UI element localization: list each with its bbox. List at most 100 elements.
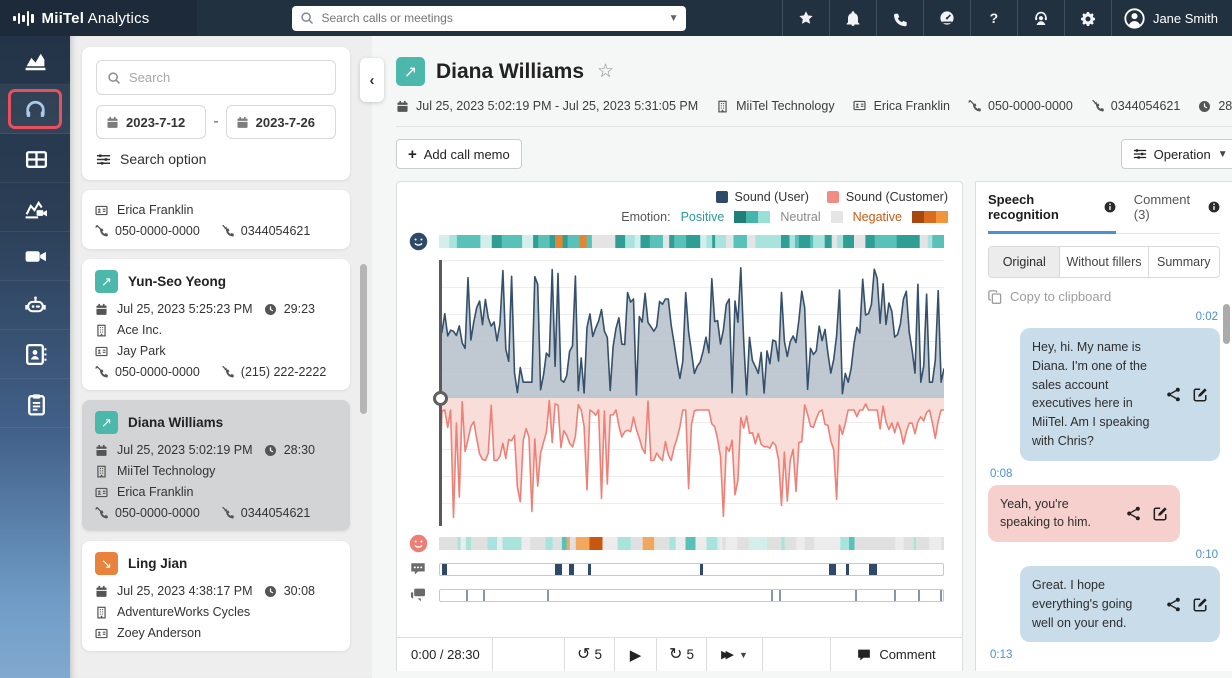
search-icon bbox=[107, 71, 121, 85]
comment-marker[interactable] bbox=[918, 590, 920, 601]
comment-marker[interactable] bbox=[466, 590, 468, 601]
transcript-bubble[interactable]: Yeah, you're speaking to him. bbox=[988, 485, 1180, 543]
tab-summary[interactable]: Summary bbox=[1148, 247, 1219, 277]
global-search[interactable]: ▼ bbox=[292, 6, 686, 31]
calendar-icon bbox=[95, 444, 108, 457]
comment-marker[interactable] bbox=[779, 590, 781, 601]
user-menu[interactable]: Jane Smith bbox=[1111, 0, 1232, 36]
star-icon bbox=[798, 10, 814, 26]
waveform-chart[interactable] bbox=[439, 260, 944, 526]
forward-5-button[interactable]: ↻5 bbox=[657, 638, 707, 671]
share-icon[interactable] bbox=[1166, 597, 1181, 612]
call-card[interactable]: ↗Diana WilliamsJul 25, 2023 5:02:19 PM28… bbox=[82, 400, 350, 531]
speech-markers-bar[interactable] bbox=[439, 563, 944, 576]
user-emotion-icon bbox=[409, 232, 428, 251]
comment-marker[interactable] bbox=[771, 590, 773, 601]
speech-marker[interactable] bbox=[700, 564, 703, 575]
list-scrollbar[interactable] bbox=[360, 264, 367, 414]
call-card[interactable]: ↗Yun-Seo YeongJul 25, 2023 5:25:23 PM29:… bbox=[82, 259, 350, 390]
comment-marker[interactable] bbox=[894, 590, 896, 601]
collapse-panel-button[interactable]: ‹ bbox=[360, 58, 384, 102]
tab-speech-recognition[interactable]: Speech recognition bbox=[988, 192, 1116, 234]
building-icon bbox=[716, 100, 729, 113]
video-camera-icon bbox=[23, 244, 47, 268]
speech-marker[interactable] bbox=[846, 564, 849, 575]
favorites-button[interactable] bbox=[782, 0, 829, 36]
edit-icon[interactable] bbox=[1153, 506, 1168, 521]
comment-markers-bar[interactable] bbox=[439, 589, 944, 602]
sidebar-item-calls[interactable] bbox=[0, 85, 70, 134]
share-icon[interactable] bbox=[1166, 387, 1181, 402]
customer-emotion-strip[interactable] bbox=[439, 537, 944, 550]
rewind-5-button[interactable]: ↺5 bbox=[565, 638, 615, 671]
favorite-star-icon[interactable]: ☆ bbox=[597, 60, 614, 83]
share-icon[interactable] bbox=[1126, 506, 1141, 521]
info-icon[interactable] bbox=[1208, 201, 1220, 213]
chevron-down-icon[interactable]: ▼ bbox=[669, 13, 679, 24]
sidebar-item-tasks[interactable] bbox=[0, 379, 70, 428]
comment-marker[interactable] bbox=[855, 590, 857, 601]
comment-marker[interactable] bbox=[547, 590, 549, 601]
playback-speed-button[interactable]: ▶▶▼ bbox=[707, 638, 763, 671]
transcript-panel: Speech recognition Comment (3) Original … bbox=[975, 181, 1232, 671]
edit-icon[interactable] bbox=[1193, 387, 1208, 402]
global-search-input[interactable] bbox=[321, 11, 661, 25]
transcript-bubble[interactable]: Great. I hope everything's going well on… bbox=[1020, 566, 1220, 642]
comment-button[interactable]: Comment bbox=[830, 638, 962, 671]
message-text: Yeah, you're speaking to him. bbox=[1000, 495, 1116, 533]
settings-button[interactable] bbox=[1064, 0, 1111, 36]
copy-to-clipboard-button[interactable]: Copy to clipboard bbox=[988, 289, 1220, 304]
user-emotion-strip[interactable] bbox=[439, 235, 944, 248]
list-search-input[interactable] bbox=[129, 70, 325, 85]
date-to-field[interactable]: 2023-7-26 bbox=[226, 105, 336, 139]
list-search-field[interactable] bbox=[96, 60, 336, 95]
playback-controls: 0:00 / 28:30 ↺5 ▶ ↻5 ▶▶▼ Comment bbox=[397, 637, 962, 671]
dialer-button[interactable] bbox=[876, 0, 923, 36]
comment-marker[interactable] bbox=[940, 590, 942, 601]
transcript-bubble[interactable]: Hey, hi. My name is Diana. I'm one of th… bbox=[1020, 328, 1220, 461]
speech-marker[interactable] bbox=[555, 564, 562, 575]
bell-icon bbox=[845, 11, 860, 26]
speech-marker[interactable] bbox=[869, 564, 877, 575]
sidebar-item-video-report[interactable] bbox=[0, 183, 70, 232]
sidebar-rail bbox=[0, 36, 70, 678]
contact-card-icon bbox=[95, 627, 108, 640]
sidebar-item-video-meetings[interactable] bbox=[0, 232, 70, 281]
tab-original[interactable]: Original bbox=[989, 247, 1059, 277]
message-text: Hey, hi. My name is Diana. I'm one of th… bbox=[1032, 338, 1156, 451]
sidebar-item-analytics[interactable] bbox=[0, 36, 70, 85]
speech-marker[interactable] bbox=[829, 564, 836, 575]
outgoing-call-icon bbox=[95, 507, 108, 520]
support-agent-icon bbox=[1033, 10, 1049, 26]
tab-without-fillers[interactable]: Without fillers bbox=[1059, 247, 1147, 277]
search-icon bbox=[300, 11, 314, 25]
gauge-icon bbox=[939, 10, 955, 26]
sidebar-item-table[interactable] bbox=[0, 134, 70, 183]
contact-card-icon bbox=[95, 486, 108, 499]
support-button[interactable] bbox=[1017, 0, 1064, 36]
speech-marker[interactable] bbox=[588, 564, 591, 575]
call-card[interactable]: Erica Franklin050-0000-00000344054621 bbox=[82, 190, 350, 249]
edit-icon[interactable] bbox=[1193, 597, 1208, 612]
call-card[interactable]: ↘Ling JianJul 25, 2023 4:38:17 PM30:08Ad… bbox=[82, 541, 350, 651]
speech-marker[interactable] bbox=[569, 564, 574, 575]
dashboard-button[interactable] bbox=[923, 0, 970, 36]
speech-marker[interactable] bbox=[442, 564, 447, 575]
help-button[interactable]: ? bbox=[970, 0, 1017, 36]
date-from-field[interactable]: 2023-7-12 bbox=[96, 105, 206, 139]
comment-marker[interactable] bbox=[483, 590, 485, 601]
search-option-button[interactable]: Search option bbox=[96, 151, 336, 167]
info-icon[interactable] bbox=[1104, 201, 1116, 213]
tab-comment[interactable]: Comment (3) bbox=[1134, 192, 1220, 231]
notifications-button[interactable] bbox=[829, 0, 876, 36]
playhead-knob[interactable] bbox=[433, 391, 448, 406]
brand-logo[interactable]: MiiTel Analytics bbox=[0, 0, 197, 36]
building-icon bbox=[95, 324, 108, 337]
sidebar-item-contacts[interactable] bbox=[0, 330, 70, 379]
chevron-down-icon: ▼ bbox=[739, 650, 748, 660]
sidebar-item-ai-assistant[interactable] bbox=[0, 281, 70, 330]
transcript-scrollbar[interactable] bbox=[1223, 304, 1230, 344]
play-button[interactable]: ▶ bbox=[615, 638, 657, 671]
operation-button[interactable]: Operation ▼ bbox=[1121, 139, 1232, 169]
add-call-memo-button[interactable]: + Add call memo bbox=[396, 139, 522, 169]
